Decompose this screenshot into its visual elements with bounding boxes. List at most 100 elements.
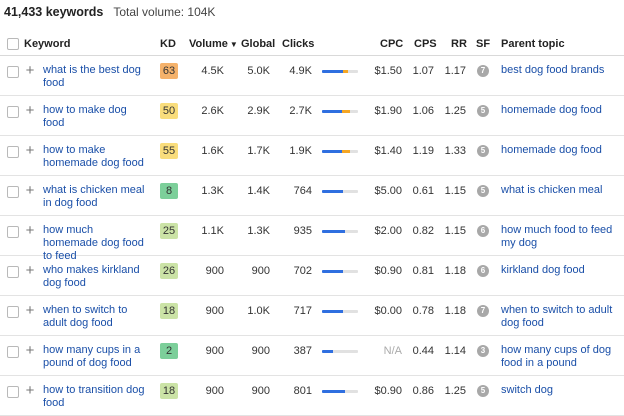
- header-parent-topic[interactable]: Parent topic: [501, 38, 565, 50]
- parent-topic-link[interactable]: what is chicken meal: [501, 184, 619, 197]
- keyword-link[interactable]: how to make homemade dog food: [43, 144, 151, 170]
- serp-features-icon[interactable]: 6: [477, 225, 489, 237]
- header-global[interactable]: Global: [241, 38, 275, 50]
- row-checkbox[interactable]: [7, 106, 19, 118]
- parent-topic-link[interactable]: switch dog: [501, 384, 619, 397]
- parent-topic-link[interactable]: homemade dog food: [501, 104, 619, 117]
- clicks-organic-segment: [322, 270, 343, 273]
- add-to-list-icon[interactable]: +: [24, 383, 36, 398]
- header-cps[interactable]: CPS: [414, 38, 437, 50]
- row-checkbox[interactable]: [7, 266, 19, 278]
- header-kd[interactable]: KD: [160, 38, 176, 50]
- clicks-organic-segment: [322, 110, 342, 113]
- add-to-list-icon[interactable]: +: [24, 63, 36, 78]
- serp-features-icon[interactable]: 5: [477, 105, 489, 117]
- volume-value: 4.5K: [201, 65, 224, 77]
- keyword-link[interactable]: when to switch to adult dog food: [43, 304, 151, 330]
- global-volume-value: 1.0K: [247, 305, 270, 317]
- header-volume[interactable]: Volume ▼: [189, 38, 238, 50]
- serp-features-icon[interactable]: 5: [477, 385, 489, 397]
- global-volume-value: 1.3K: [247, 225, 270, 237]
- keyword-link[interactable]: how many cups in a pound of dog food: [43, 344, 151, 370]
- clicks-value: 387: [293, 345, 312, 357]
- clicks-distribution-bar: [322, 390, 358, 393]
- clicks-value: 2.7K: [289, 105, 312, 117]
- table-row[interactable]: + how to make homemade dog food 55 1.6K 1.7K…: [0, 136, 624, 176]
- cpc-value: $1.50: [374, 65, 402, 77]
- parent-topic-link[interactable]: how much food to feed my dog: [501, 224, 619, 250]
- global-volume-value: 1.7K: [247, 145, 270, 157]
- table-row[interactable]: + how many cups in a pound of dog food 2 90…: [0, 336, 624, 376]
- clicks-organic-segment: [322, 70, 343, 73]
- row-checkbox[interactable]: [7, 226, 19, 238]
- volume-value: 900: [205, 265, 224, 277]
- table-row[interactable]: + who makes kirkland dog food 26 900 900 702 $…: [0, 256, 624, 296]
- serp-features-icon[interactable]: 3: [477, 345, 489, 357]
- serp-features-icon[interactable]: 6: [477, 265, 489, 277]
- header-sf[interactable]: SF: [476, 38, 490, 50]
- parent-topic-link[interactable]: best dog food brands: [501, 64, 619, 77]
- select-all-checkbox[interactable]: [7, 38, 19, 50]
- row-checkbox[interactable]: [7, 66, 19, 78]
- row-checkbox[interactable]: [7, 186, 19, 198]
- parent-topic-link[interactable]: how many cups of dog food in a pound: [501, 344, 619, 370]
- global-volume-value: 900: [251, 345, 270, 357]
- add-to-list-icon[interactable]: +: [24, 303, 36, 318]
- cpc-value: $5.00: [374, 185, 402, 197]
- header-keyword[interactable]: Keyword: [24, 38, 70, 50]
- clicks-organic-segment: [322, 350, 333, 353]
- table-row[interactable]: + how to make dog food 50 2.6K 2.9K 2.7K $1.90…: [0, 96, 624, 136]
- keyword-link[interactable]: how to make dog food: [43, 104, 151, 130]
- clicks-organic-segment: [322, 150, 342, 153]
- cpc-value: $2.00: [374, 225, 402, 237]
- header-volume-label: Volume: [189, 38, 228, 50]
- rr-value: 1.18: [444, 265, 466, 277]
- keyword-link[interactable]: what is chicken meal in dog food: [43, 184, 151, 210]
- kd-badge: 26: [160, 263, 178, 279]
- rr-value: 1.25: [444, 385, 466, 397]
- parent-topic-link[interactable]: kirkland dog food: [501, 264, 619, 277]
- volume-value: 900: [205, 305, 224, 317]
- header-cpc[interactable]: CPC: [380, 38, 403, 50]
- row-checkbox[interactable]: [7, 386, 19, 398]
- cps-value: 0.78: [412, 305, 434, 317]
- header-rr[interactable]: RR: [451, 38, 467, 50]
- add-to-list-icon[interactable]: +: [24, 103, 36, 118]
- kd-badge: 55: [160, 143, 178, 159]
- serp-features-icon[interactable]: 5: [477, 185, 489, 197]
- table-row[interactable]: + what is chicken meal in dog food 8 1.3K 1.…: [0, 176, 624, 216]
- cps-value: 1.07: [412, 65, 434, 77]
- row-checkbox[interactable]: [7, 146, 19, 158]
- serp-features-icon[interactable]: 7: [477, 65, 489, 77]
- cps-value: 0.82: [412, 225, 434, 237]
- clicks-distribution-bar: [322, 310, 358, 313]
- keyword-link[interactable]: who makes kirkland dog food: [43, 264, 151, 290]
- keyword-link[interactable]: how to transition dog food: [43, 384, 151, 410]
- volume-value: 1.6K: [201, 145, 224, 157]
- add-to-list-icon[interactable]: +: [24, 263, 36, 278]
- add-to-list-icon[interactable]: +: [24, 143, 36, 158]
- table-row[interactable]: + how to transition dog food 18 900 900 801 $0…: [0, 376, 624, 416]
- add-to-list-icon[interactable]: +: [24, 183, 36, 198]
- keyword-link[interactable]: what is the best dog food: [43, 64, 151, 90]
- clicks-value: 702: [293, 265, 312, 277]
- add-to-list-icon[interactable]: +: [24, 343, 36, 358]
- table-row[interactable]: + how much homemade dog food to feed 25 1.1…: [0, 216, 624, 262]
- cps-value: 0.86: [412, 385, 434, 397]
- parent-topic-link[interactable]: homemade dog food: [501, 144, 619, 157]
- table-row[interactable]: + when to switch to adult dog food 18 900 1.…: [0, 296, 624, 336]
- header-clicks[interactable]: Clicks: [282, 38, 314, 50]
- table-row[interactable]: + what is the best dog food 63 4.5K 5.0K 4.9K…: [0, 56, 624, 96]
- row-checkbox[interactable]: [7, 346, 19, 358]
- parent-topic-link[interactable]: when to switch to adult dog food: [501, 304, 619, 330]
- add-to-list-icon[interactable]: +: [24, 223, 36, 238]
- row-checkbox[interactable]: [7, 306, 19, 318]
- serp-features-icon[interactable]: 7: [477, 305, 489, 317]
- clicks-value: 764: [293, 185, 312, 197]
- serp-features-icon[interactable]: 5: [477, 145, 489, 157]
- cpc-value: $0.90: [374, 265, 402, 277]
- volume-value: 2.6K: [201, 105, 224, 117]
- clicks-value: 1.9K: [289, 145, 312, 157]
- cps-value: 1.06: [412, 105, 434, 117]
- clicks-paid-segment: [341, 110, 350, 113]
